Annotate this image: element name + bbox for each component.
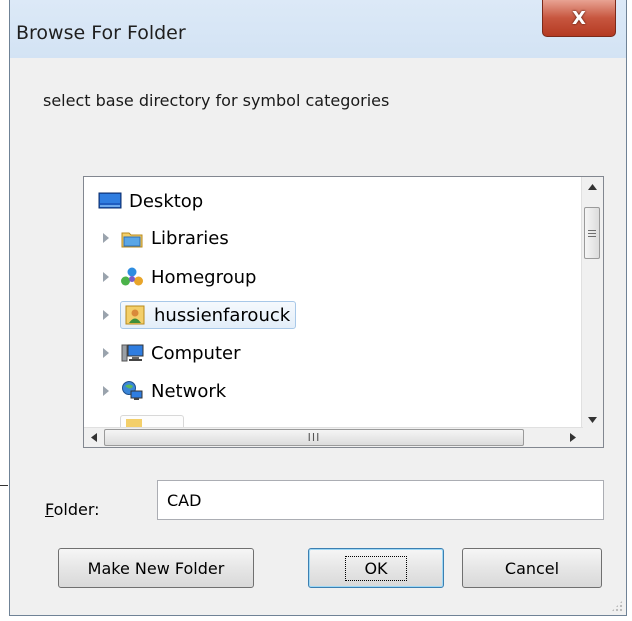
dialog-title: Browse For Folder — [16, 22, 186, 44]
cancel-button[interactable]: Cancel — [462, 548, 602, 588]
selected-item-highlight: hussienfarouck — [120, 301, 297, 329]
tree-item-homegroup[interactable]: Homegroup — [100, 260, 256, 294]
vertical-scroll-thumb[interactable] — [584, 207, 600, 259]
tree-item-label: Desktop — [129, 190, 204, 212]
folder-name-input[interactable] — [157, 480, 604, 520]
ok-button[interactable]: OK — [308, 548, 444, 588]
dialog-client-area: select base directory for symbol categor… — [10, 58, 626, 615]
tree-item-user-folder[interactable]: hussienfarouck — [100, 298, 297, 332]
tree-item-libraries[interactable]: Libraries — [100, 221, 229, 255]
tree-item-computer[interactable]: Computer — [100, 336, 240, 370]
scroll-grip-icon: III — [307, 431, 321, 444]
horizontal-scroll-thumb[interactable]: III — [104, 429, 524, 446]
tree-item-desktop[interactable]: Desktop — [98, 184, 203, 218]
libraries-icon — [120, 227, 144, 249]
user-folder-icon — [123, 304, 147, 326]
folder-label: Folder: — [45, 500, 100, 519]
scrollbar-corner — [582, 428, 603, 447]
title-bar[interactable]: Browse For Folder X — [10, 0, 626, 59]
tree-item-label: Libraries — [151, 227, 229, 249]
computer-icon — [120, 342, 144, 364]
homegroup-icon — [120, 266, 144, 288]
cancel-label: Cancel — [504, 558, 560, 578]
tree-item-label: Network — [151, 380, 227, 402]
scroll-up-arrow-icon[interactable] — [582, 177, 603, 197]
tree-item-label: hussienfarouck — [154, 304, 291, 326]
make-new-folder-label: Make New Folder — [87, 558, 225, 578]
background-edge-mark — [0, 485, 8, 486]
horizontal-scrollbar[interactable]: III — [84, 427, 583, 447]
folder-tree[interactable]: Desktop Libraries Homegroup hussienfarou… — [83, 176, 604, 448]
scroll-down-arrow-icon[interactable] — [582, 410, 603, 430]
expand-arrow-icon[interactable] — [100, 231, 112, 245]
expand-arrow-icon[interactable] — [100, 308, 112, 322]
browse-folder-dialog: Browse For Folder X select base director… — [9, 0, 627, 616]
scroll-right-arrow-icon[interactable] — [563, 428, 583, 447]
expand-arrow-icon[interactable] — [100, 270, 112, 284]
desktop-icon — [98, 190, 122, 212]
tree-item-label: Computer — [151, 342, 241, 364]
tree-item-network[interactable]: Network — [100, 374, 226, 408]
resize-grip-icon[interactable] — [611, 600, 623, 612]
close-icon: X — [572, 7, 586, 29]
dialog-description: select base directory for symbol categor… — [43, 91, 390, 110]
close-button[interactable]: X — [542, 0, 616, 37]
expand-arrow-icon[interactable] — [100, 346, 112, 360]
expand-arrow-icon[interactable] — [100, 384, 112, 398]
vertical-scrollbar[interactable] — [581, 177, 603, 430]
ok-label: OK — [345, 555, 407, 581]
scroll-left-arrow-icon[interactable] — [84, 428, 104, 447]
make-new-folder-button[interactable]: Make New Folder — [58, 548, 254, 588]
network-icon — [120, 380, 144, 402]
tree-item-label: Homegroup — [151, 266, 257, 288]
